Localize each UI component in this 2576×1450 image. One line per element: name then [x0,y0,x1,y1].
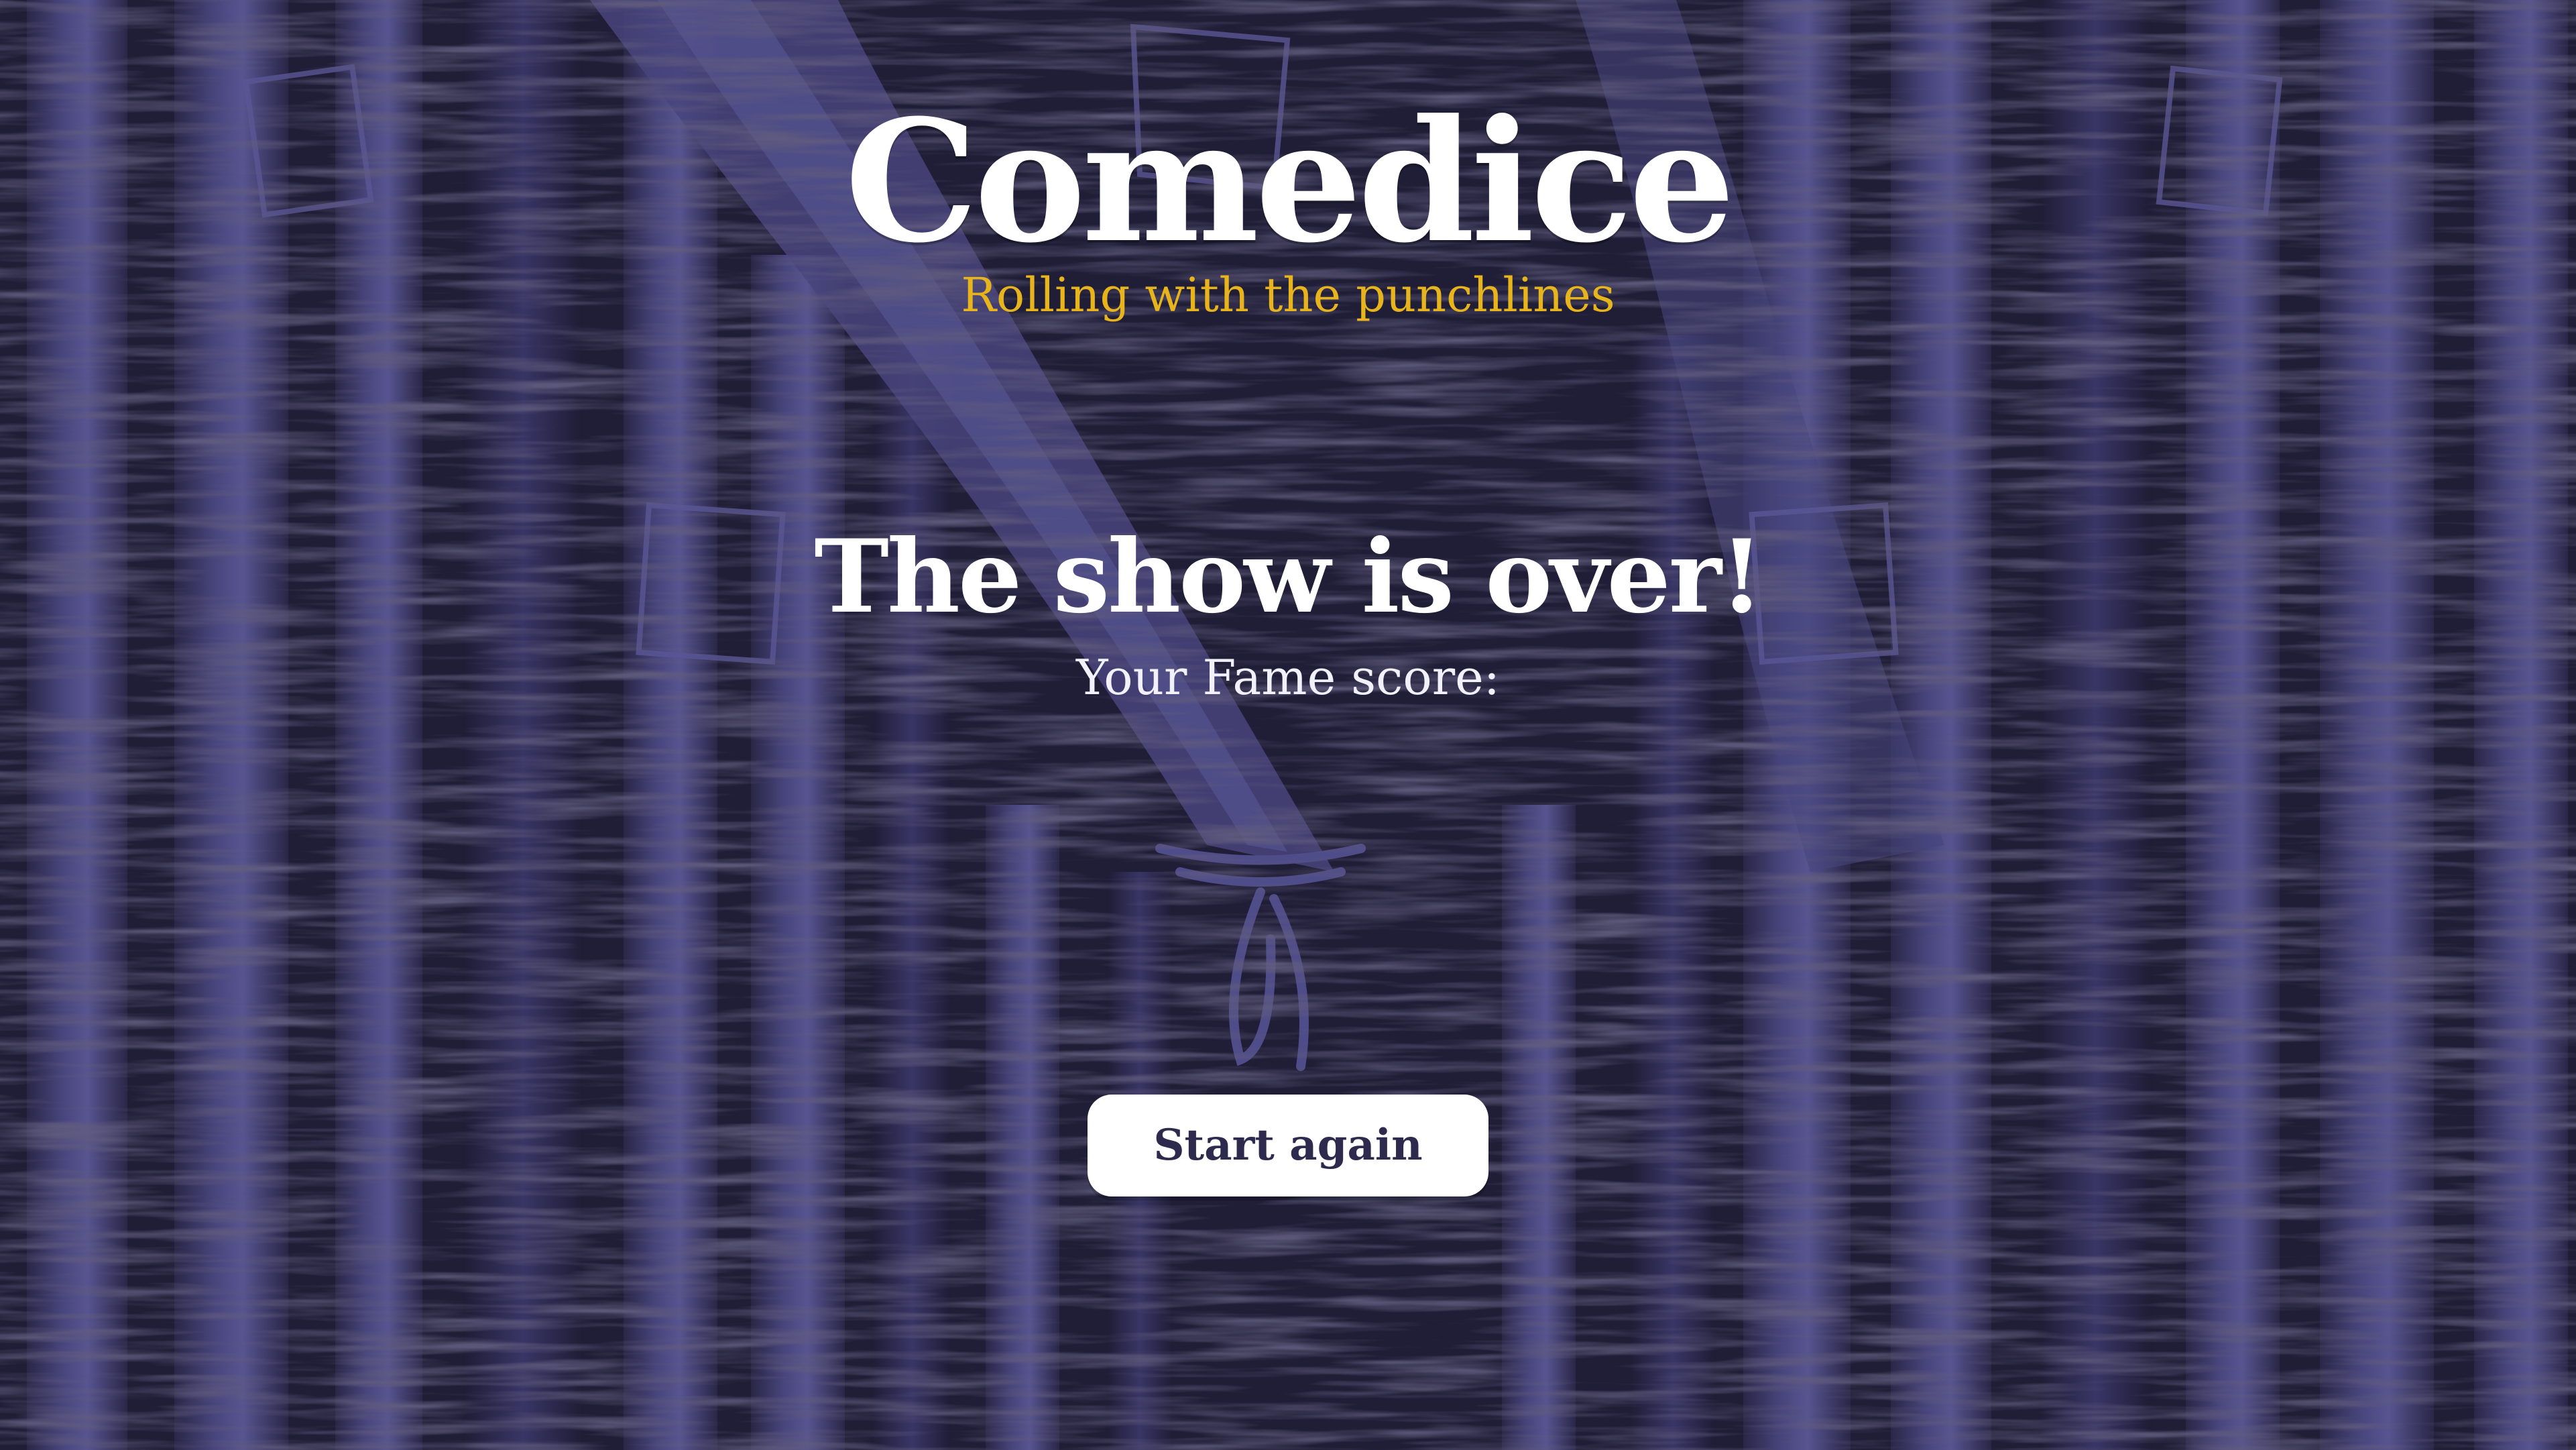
show-over-heading: The show is over! [814,518,1763,636]
fame-score-label: Your Fame score: [1076,649,1500,706]
end-screen: Comedice Rolling with the punchlines The… [0,0,2576,1450]
game-subtitle: Rolling with the punchlines [961,268,1615,323]
game-stage: Comedice Rolling with the punchlines The… [0,0,2576,1450]
game-title: Comedice [844,82,1735,280]
start-again-button[interactable]: Start again [1088,1095,1488,1196]
